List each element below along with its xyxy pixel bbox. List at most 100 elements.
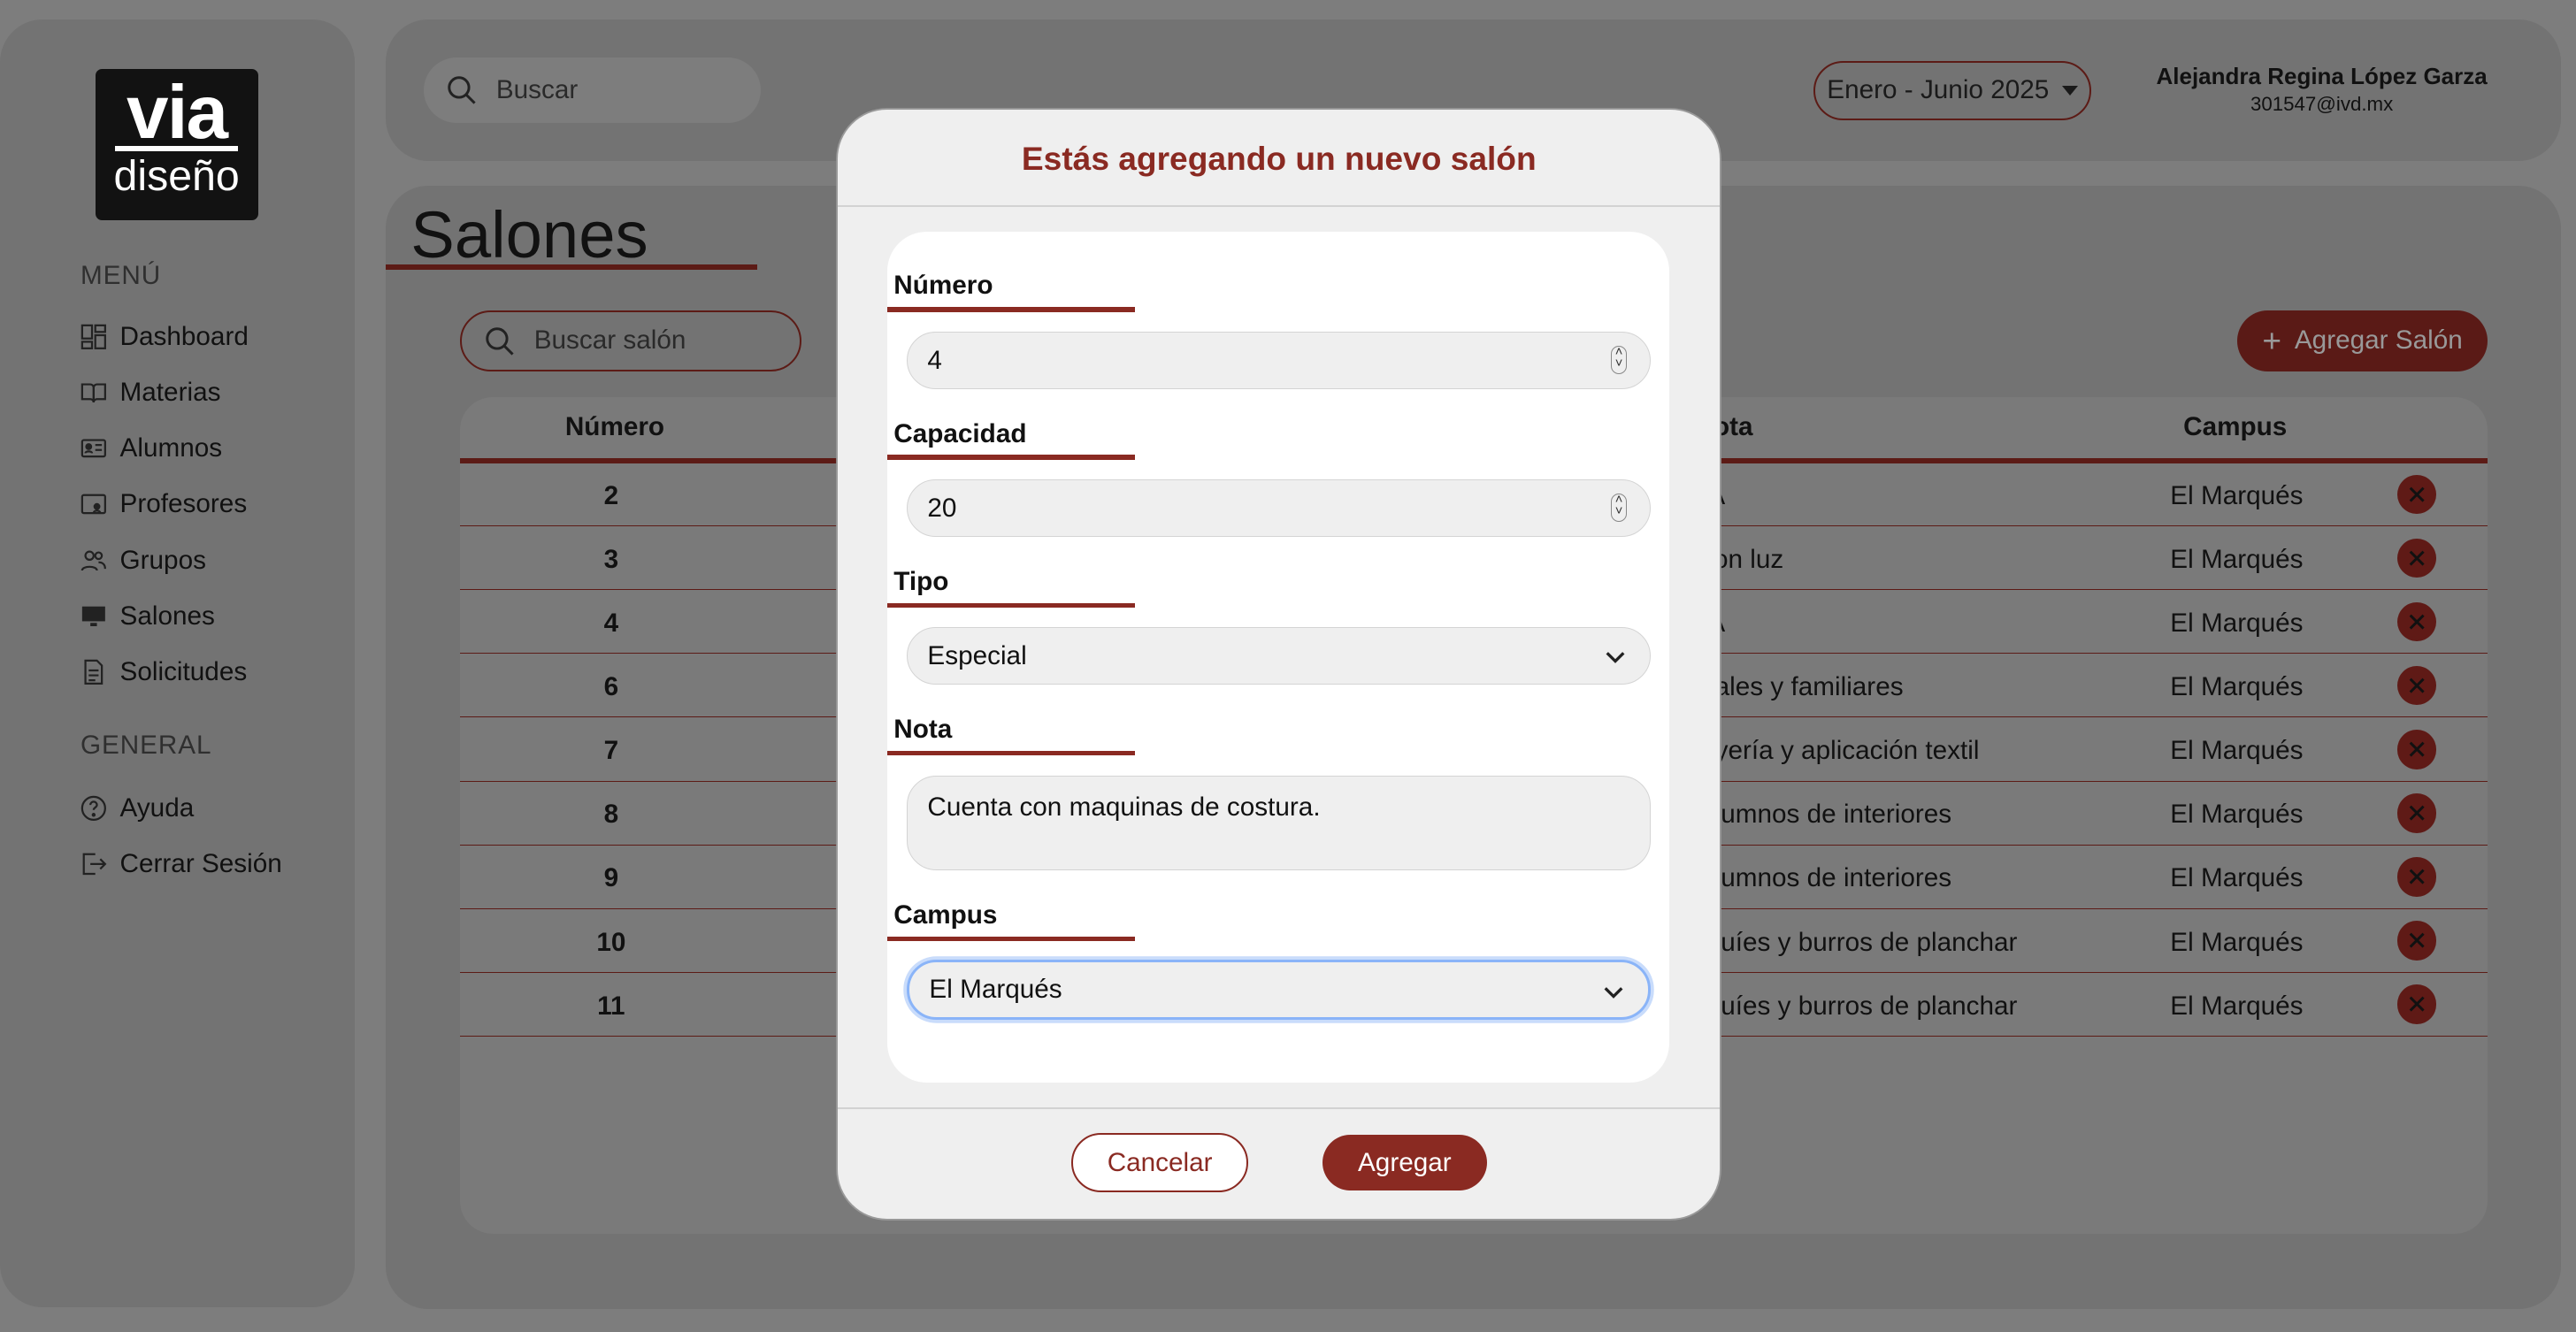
numero-value: 4 xyxy=(927,345,942,375)
field-label-underline xyxy=(886,307,1136,312)
sidebar-item-alumnos[interactable]: Alumnos xyxy=(80,433,222,463)
plus-icon: + xyxy=(2262,321,2282,359)
sidebar-item-label: Dashboard xyxy=(119,322,249,351)
sidebar-item-cerrar-sesion[interactable]: Cerrar Sesión xyxy=(80,849,282,879)
sidebar-item-solicitudes[interactable]: Solicitudes xyxy=(80,657,247,687)
row-campus: El Marqués xyxy=(2170,863,2304,893)
global-search-input[interactable]: Buscar xyxy=(424,57,761,124)
row-campus: El Marqués xyxy=(2170,545,2304,575)
menu-section-label: MENÚ xyxy=(80,261,162,291)
row-campus: El Marqués xyxy=(2170,991,2304,1021)
field-label-campus: Campus xyxy=(893,899,998,930)
campus-select[interactable]: El Marqués xyxy=(907,959,1652,1021)
sidebar-item-salones[interactable]: Salones xyxy=(80,601,215,632)
agregar-button[interactable]: Agregar xyxy=(1322,1135,1487,1191)
field-label-underline xyxy=(886,936,1136,942)
nota-textarea[interactable]: Cuenta con maquinas de costura. xyxy=(907,775,1652,871)
close-icon xyxy=(2409,869,2425,884)
delete-row-button[interactable] xyxy=(2396,984,2437,1024)
row-campus: El Marqués xyxy=(2170,927,2304,957)
column-header-numero[interactable]: Número xyxy=(565,412,664,442)
field-label-underline xyxy=(886,750,1136,756)
add-salon-button[interactable]: + Agregar Salón xyxy=(2237,310,2488,371)
number-spinner-icon[interactable]: ˄ ˅ xyxy=(1610,346,1628,374)
search-salon-input[interactable]: Buscar salón xyxy=(460,310,802,371)
delete-row-button[interactable] xyxy=(2396,474,2437,515)
sidebar-item-ayuda[interactable]: Ayuda xyxy=(80,793,194,823)
row-nota: iquíes y burros de planchar xyxy=(1700,991,2018,1021)
numero-input[interactable]: 4 ˄ ˅ xyxy=(907,332,1652,390)
caret-down-icon xyxy=(2062,85,2079,96)
column-header-campus[interactable]: Campus xyxy=(2183,412,2287,442)
row-campus: El Marqués xyxy=(2170,736,2304,766)
via-diseno-logo[interactable]: via diseño xyxy=(95,69,258,220)
field-label-underline xyxy=(886,602,1136,609)
close-icon xyxy=(2409,741,2425,757)
modal-form: Número 4 ˄ ˅ Capacidad 20 ˄ ˅ Tipo Especia… xyxy=(886,231,1669,1083)
row-numero: 2 xyxy=(603,481,619,511)
close-icon xyxy=(2409,996,2425,1012)
help-icon xyxy=(80,795,106,822)
row-numero: 10 xyxy=(596,927,626,957)
row-numero: 3 xyxy=(603,545,619,575)
sidebar-item-profesores[interactable]: Profesores xyxy=(80,489,247,519)
delete-row-button[interactable] xyxy=(2396,729,2437,769)
delete-row-button[interactable] xyxy=(2396,538,2437,578)
global-search-placeholder: Buscar xyxy=(495,75,579,105)
tipo-select[interactable]: Especial xyxy=(907,627,1652,685)
delete-row-button[interactable] xyxy=(2396,857,2437,897)
logo-via-text: via xyxy=(126,71,228,156)
classroom-icon xyxy=(81,606,105,626)
capacidad-input[interactable]: 20 ˄ ˅ xyxy=(907,479,1652,538)
title-underline xyxy=(386,264,758,270)
page-title: Salones xyxy=(410,197,648,272)
campus-value: El Marqués xyxy=(929,974,1062,1004)
sidebar-item-label: Salones xyxy=(119,601,215,631)
user-name: Alejandra Regina López Garza xyxy=(2156,62,2488,89)
row-nota: alumnos de interiores xyxy=(1700,800,1952,830)
sidebar-item-label: Alumnos xyxy=(119,433,223,463)
teacher-icon xyxy=(80,494,106,514)
delete-row-button[interactable] xyxy=(2396,601,2437,642)
sidebar-item-label: Solicitudes xyxy=(119,656,248,686)
user-info[interactable]: Alejandra Regina López Garza 301547@ivd.… xyxy=(2157,63,2488,117)
sidebar-item-materias[interactable]: Materias xyxy=(80,378,220,408)
period-selector[interactable]: Enero - Junio 2025 xyxy=(1813,60,2092,120)
sidebar-item-label: Grupos xyxy=(119,545,206,575)
row-numero: 11 xyxy=(597,991,625,1021)
document-icon xyxy=(84,659,104,685)
close-icon xyxy=(2409,677,2425,693)
delete-row-button[interactable] xyxy=(2396,665,2437,706)
general-section-label: GENERAL xyxy=(80,731,212,761)
field-label-tipo: Tipo xyxy=(893,566,949,596)
user-email: 301547@ivd.mx xyxy=(2250,93,2394,116)
row-campus: El Marqués xyxy=(2170,609,2304,639)
users-icon xyxy=(80,550,106,571)
dashboard-icon xyxy=(80,324,106,350)
sidebar-item-label: Materias xyxy=(119,378,221,408)
nota-value: Cuenta con maquinas de costura. xyxy=(927,792,1321,823)
row-nota: oyería y aplicación textil xyxy=(1700,736,1980,766)
chevron-down-icon xyxy=(1604,987,1623,999)
sidebar-item-grupos[interactable]: Grupos xyxy=(80,546,206,576)
tipo-value: Especial xyxy=(927,640,1027,670)
modal-header-divider xyxy=(838,205,1721,207)
number-spinner-icon[interactable]: ˄ ˅ xyxy=(1610,494,1628,522)
sidebar-item-dashboard[interactable]: Dashboard xyxy=(80,322,249,352)
row-nota: riales y familiares xyxy=(1700,672,1904,702)
close-icon xyxy=(2409,486,2425,502)
search-icon xyxy=(448,76,476,105)
search-icon xyxy=(486,326,514,356)
capacidad-value: 20 xyxy=(927,493,957,523)
delete-row-button[interactable] xyxy=(2396,793,2437,833)
row-numero: 7 xyxy=(603,736,619,766)
row-campus: El Marqués xyxy=(2170,672,2304,702)
delete-row-button[interactable] xyxy=(2396,921,2437,961)
sidebar-item-label: Cerrar Sesión xyxy=(119,849,282,879)
logo-diseno-text: diseño xyxy=(113,151,240,200)
row-nota: alumnos de interiores xyxy=(1700,863,1952,893)
row-campus: El Marqués xyxy=(2170,481,2304,511)
add-salon-modal: Estás agregando un nuevo salón Número 4 … xyxy=(838,110,1721,1219)
cancel-button[interactable]: Cancelar xyxy=(1070,1133,1249,1193)
field-label-nota: Nota xyxy=(893,714,953,744)
